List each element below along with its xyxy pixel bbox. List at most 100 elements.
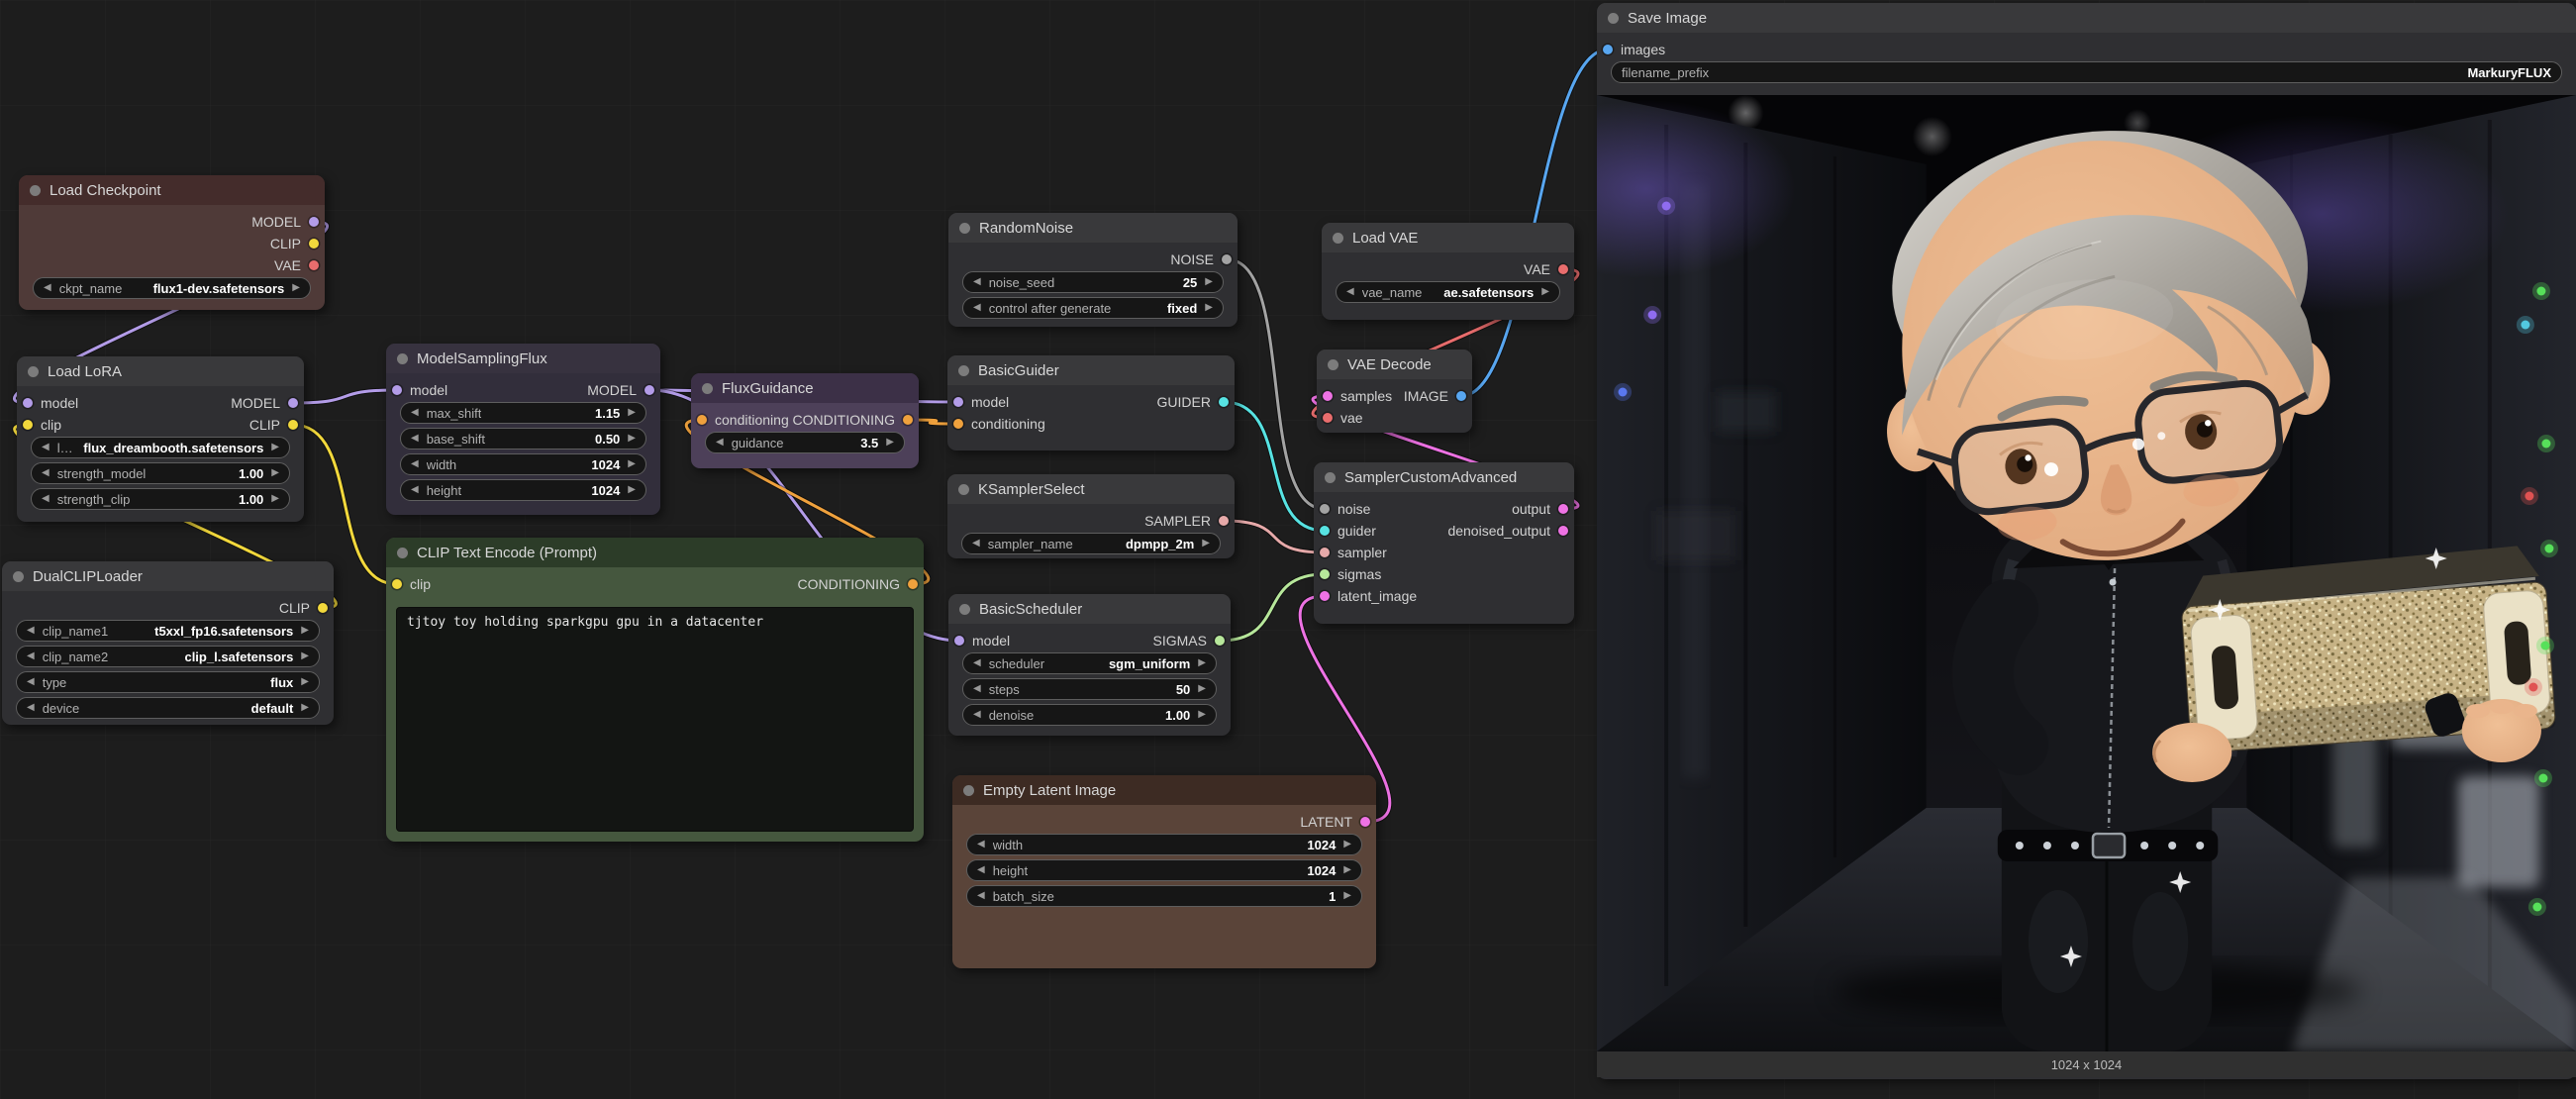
widget-left-arrow-icon[interactable]: ◀ (973, 710, 981, 720)
widget-right-arrow-icon[interactable]: ▶ (271, 494, 279, 504)
collapse-dot-icon[interactable] (28, 366, 39, 377)
widget-right-arrow-icon[interactable]: ▶ (628, 459, 636, 469)
widget-left-arrow-icon[interactable]: ◀ (42, 494, 50, 504)
input-slot-dot-conditioning[interactable] (697, 415, 707, 425)
collapse-dot-icon[interactable] (958, 484, 969, 495)
widget-right-arrow-icon[interactable]: ▶ (628, 408, 636, 418)
widget-left-arrow-icon[interactable]: ◀ (972, 539, 980, 549)
widget-clip-name1[interactable]: ◀clip_name1t5xxl_fp16.safetensors▶ (16, 620, 320, 642)
node-title-bar[interactable]: RandomNoise (948, 213, 1238, 243)
widget-right-arrow-icon[interactable]: ▶ (628, 434, 636, 444)
widget-left-arrow-icon[interactable]: ◀ (1346, 287, 1354, 297)
widget-right-arrow-icon[interactable]: ▶ (1541, 287, 1549, 297)
widget-left-arrow-icon[interactable]: ◀ (977, 840, 985, 849)
node-load-checkpoint[interactable]: Load CheckpointMODELCLIPVAE◀ckpt_nameflu… (19, 175, 325, 310)
node-sampler-custom[interactable]: SamplerCustomAdvancednoiseoutputguiderde… (1314, 462, 1574, 624)
widget-width[interactable]: ◀width1024▶ (400, 453, 646, 475)
output-slot-dot-clip[interactable] (318, 603, 328, 613)
node-flux-guidance[interactable]: FluxGuidanceconditioningCONDITIONING◀gui… (691, 373, 919, 468)
input-slot-dot-clip[interactable] (23, 420, 33, 430)
input-slot-dot-noise[interactable] (1320, 504, 1330, 514)
widget-vae-name[interactable]: ◀vae_nameae.safetensors▶ (1336, 281, 1560, 303)
link-basic-guider-sampler-custom[interactable] (1224, 402, 1325, 531)
widget-right-arrow-icon[interactable]: ▶ (1198, 658, 1206, 668)
output-slot-dot-vae[interactable] (309, 260, 319, 270)
widget-right-arrow-icon[interactable]: ▶ (886, 438, 894, 448)
node-title-bar[interactable]: VAE Decode (1317, 350, 1472, 379)
node-title-bar[interactable]: CLIP Text Encode (Prompt) (386, 538, 924, 567)
widget-strength-model[interactable]: ◀strength_model1.00▶ (31, 462, 290, 484)
widget-right-arrow-icon[interactable]: ▶ (1343, 840, 1351, 849)
node-clip-text-encode[interactable]: CLIP Text Encode (Prompt)clipCONDITIONIN… (386, 538, 924, 842)
widget-right-arrow-icon[interactable]: ▶ (1198, 684, 1206, 694)
widget-right-arrow-icon[interactable]: ▶ (301, 626, 309, 636)
node-title-bar[interactable]: BasicGuider (947, 355, 1235, 385)
widget-left-arrow-icon[interactable]: ◀ (27, 651, 35, 661)
widget-type[interactable]: ◀typeflux▶ (16, 671, 320, 693)
node-title-bar[interactable]: Load VAE (1322, 223, 1574, 252)
widget-scheduler[interactable]: ◀schedulersgm_uniform▶ (962, 652, 1217, 674)
node-title-bar[interactable]: KSamplerSelect (947, 474, 1235, 504)
widget-right-arrow-icon[interactable]: ▶ (1205, 303, 1213, 313)
input-slot-dot-model[interactable] (954, 636, 964, 646)
widget-left-arrow-icon[interactable]: ◀ (411, 459, 419, 469)
output-slot-dot-clip[interactable] (288, 420, 298, 430)
input-slot-dot-latent-image[interactable] (1320, 591, 1330, 601)
input-slot-dot-sampler[interactable] (1320, 548, 1330, 557)
output-slot-dot-sampler[interactable] (1219, 516, 1229, 526)
widget-left-arrow-icon[interactable]: ◀ (27, 626, 35, 636)
output-slot-dot-conditioning[interactable] (908, 579, 918, 589)
collapse-dot-icon[interactable] (13, 571, 24, 582)
widget-left-arrow-icon[interactable]: ◀ (973, 277, 981, 287)
node-title-bar[interactable]: Empty Latent Image (952, 775, 1376, 805)
widget-left-arrow-icon[interactable]: ◀ (44, 283, 51, 293)
widget-left-arrow-icon[interactable]: ◀ (42, 468, 50, 478)
widget-left-arrow-icon[interactable]: ◀ (411, 434, 419, 444)
widget-right-arrow-icon[interactable]: ▶ (1343, 891, 1351, 901)
widget-device[interactable]: ◀devicedefault▶ (16, 697, 320, 719)
node-graph-canvas[interactable]: Load CheckpointMODELCLIPVAE◀ckpt_nameflu… (0, 0, 2576, 1099)
widget-guidance[interactable]: ◀guidance3.5▶ (705, 432, 905, 453)
widget-denoise[interactable]: ◀denoise1.00▶ (962, 704, 1217, 726)
prompt-textarea[interactable]: tjtoy toy holding sparkgpu gpu in a data… (396, 607, 914, 832)
widget-right-arrow-icon[interactable]: ▶ (1202, 539, 1210, 549)
widget-left-arrow-icon[interactable]: ◀ (411, 408, 419, 418)
output-slot-dot-model[interactable] (309, 217, 319, 227)
input-slot-dot-samples[interactable] (1323, 391, 1333, 401)
node-load-lora[interactable]: Load LoRAmodelMODELclipCLIP◀lor ...flux_… (17, 356, 304, 522)
widget-control-after-generate[interactable]: ◀control after generatefixed▶ (962, 297, 1224, 319)
input-slot-dot-model[interactable] (953, 397, 963, 407)
widget-max-shift[interactable]: ◀max_shift1.15▶ (400, 402, 646, 424)
input-slot-dot-model[interactable] (23, 398, 33, 408)
output-slot-dot-latent[interactable] (1360, 817, 1370, 827)
widget-left-arrow-icon[interactable]: ◀ (973, 303, 981, 313)
widget-left-arrow-icon[interactable]: ◀ (973, 658, 981, 668)
collapse-dot-icon[interactable] (30, 185, 41, 196)
widget-width[interactable]: ◀width1024▶ (966, 834, 1362, 855)
output-slot-dot-vae[interactable] (1558, 264, 1568, 274)
collapse-dot-icon[interactable] (1333, 233, 1343, 244)
node-title-bar[interactable]: FluxGuidance (691, 373, 919, 403)
widget-right-arrow-icon[interactable]: ▶ (1343, 865, 1351, 875)
widget-left-arrow-icon[interactable]: ◀ (42, 443, 50, 452)
output-slot-dot-denoised-output[interactable] (1558, 526, 1568, 536)
widget-noise-seed[interactable]: ◀noise_seed25▶ (962, 271, 1224, 293)
node-title-bar[interactable]: Load LoRA (17, 356, 304, 386)
widget-right-arrow-icon[interactable]: ▶ (301, 651, 309, 661)
node-title-bar[interactable]: ModelSamplingFlux (386, 344, 660, 373)
widget-height[interactable]: ◀height1024▶ (400, 479, 646, 501)
collapse-dot-icon[interactable] (1325, 472, 1336, 483)
collapse-dot-icon[interactable] (1328, 359, 1338, 370)
widget-left-arrow-icon[interactable]: ◀ (716, 438, 724, 448)
widget-right-arrow-icon[interactable]: ▶ (1205, 277, 1213, 287)
output-slot-dot-conditioning[interactable] (903, 415, 913, 425)
output-slot-dot-image[interactable] (1456, 391, 1466, 401)
collapse-dot-icon[interactable] (959, 223, 970, 234)
node-basic-scheduler[interactable]: BasicSchedulermodelSIGMAS◀schedulersgm_u… (948, 594, 1231, 736)
widget-left-arrow-icon[interactable]: ◀ (411, 485, 419, 495)
widget-sampler-name[interactable]: ◀sampler_namedpmpp_2m▶ (961, 533, 1221, 554)
widget-base-shift[interactable]: ◀base_shift0.50▶ (400, 428, 646, 450)
widget-filename-prefix[interactable]: filename_prefixMarkuryFLUX (1611, 61, 2562, 83)
widget-height[interactable]: ◀height1024▶ (966, 859, 1362, 881)
output-slot-dot-output[interactable] (1558, 504, 1568, 514)
